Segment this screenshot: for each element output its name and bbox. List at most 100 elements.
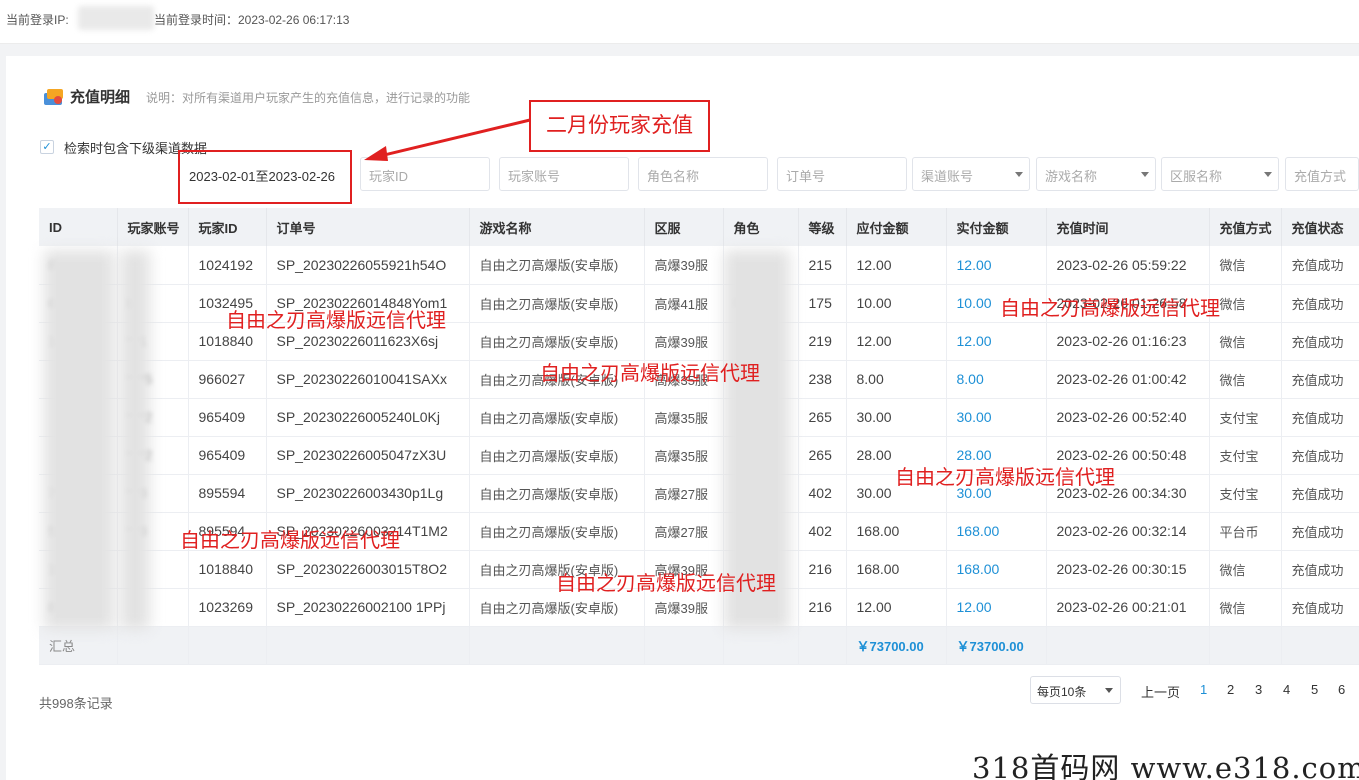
table-cell: 895594	[188, 474, 267, 513]
table-cell: 充值成功	[1281, 284, 1359, 323]
table-cell: 充值成功	[1281, 246, 1359, 285]
top-bar: 当前登录IP: 当前登录时间：2023-02-26 06:17:13	[0, 0, 1359, 44]
table-cell: 10.00	[846, 284, 947, 323]
col-header[interactable]: ID	[39, 208, 118, 246]
page-5-button[interactable]: 5	[1311, 682, 1318, 697]
col-header[interactable]: 区服	[644, 208, 724, 246]
recharge-table: ID 玩家账号 玩家ID 订单号 游戏名称 区服 角色 等级 应付金额 实付金额…	[39, 208, 1359, 665]
summary-cell	[266, 626, 470, 665]
page-1-button[interactable]: 1	[1200, 682, 1207, 697]
table-cell: 216	[798, 550, 847, 589]
col-header[interactable]: 角色	[723, 208, 799, 246]
order-no-input[interactable]: 订单号	[777, 157, 907, 191]
col-header[interactable]: 等级	[798, 208, 847, 246]
col-header[interactable]: 充值方式	[1209, 208, 1282, 246]
summary-cell	[1209, 626, 1282, 665]
table-cell: 2023-02-26 01:16:23	[1046, 322, 1210, 361]
col-header[interactable]: 玩家ID	[188, 208, 267, 246]
table-cell: 微信	[1209, 246, 1282, 285]
table-cell: 238	[798, 360, 847, 399]
table-row[interactable]: 7**3895594SP_20230226003430p1Lg自由之刃高爆版(安…	[39, 474, 1359, 513]
login-time-label: 当前登录时间：2023-02-26 06:17:13	[154, 13, 350, 27]
table-cell: 支付宝	[1209, 436, 1282, 475]
table-cell: 充值成功	[1281, 512, 1359, 551]
pay-method-select[interactable]: 充值方式	[1285, 157, 1359, 191]
table-cell: 充值成功	[1281, 474, 1359, 513]
table-cell: 自由之刃高爆版(安卓版)	[469, 436, 645, 475]
table-cell: 265	[798, 436, 847, 475]
table-cell: 168.00	[946, 512, 1047, 551]
col-header[interactable]: 充值时间	[1046, 208, 1210, 246]
col-header[interactable]: 游戏名称	[469, 208, 645, 246]
table-cell: 12.00	[846, 322, 947, 361]
annotation-callout: 二月份玩家充值	[529, 100, 710, 152]
page-3-button[interactable]: 3	[1255, 682, 1262, 697]
site-watermark: 318首码网 www.e318.com	[972, 751, 1359, 780]
summary-cell	[188, 626, 267, 665]
chevron-down-icon	[1264, 172, 1272, 177]
col-header[interactable]: 实付金额	[946, 208, 1047, 246]
table-cell: 12.00	[846, 588, 947, 627]
watermark-text: 自由之刃高爆版远信代理	[895, 467, 1115, 489]
prev-page-button[interactable]: 上一页	[1141, 682, 1180, 701]
table-cell: 965409	[188, 436, 267, 475]
summary-cell	[723, 626, 799, 665]
summary-cell	[1046, 626, 1210, 665]
table-cell: 自由之刃高爆版(安卓版)	[469, 322, 645, 361]
summary-cell	[469, 626, 645, 665]
table-cell: 高爆27服	[644, 474, 724, 513]
watermark-text: 自由之刃高爆版远信代理	[226, 310, 446, 332]
table-cell: 12.00	[946, 322, 1047, 361]
col-header[interactable]: 玩家账号	[117, 208, 189, 246]
table-cell: 12.00	[946, 246, 1047, 285]
watermark-text: 自由之刃高爆版远信代理	[556, 573, 776, 595]
table-cell: 支付宝	[1209, 398, 1282, 437]
table-row[interactable]: 81024192SP_20230226055921h54O自由之刃高爆版(安卓版…	[39, 246, 1359, 285]
table-row[interactable]: ***2965409SP_20230226005240L0Kj自由之刃高爆版(安…	[39, 398, 1359, 437]
login-ip-mask	[78, 6, 154, 30]
table-cell: 充值成功	[1281, 550, 1359, 589]
col-header[interactable]: 充值状态	[1281, 208, 1359, 246]
table-cell: 30.00	[946, 398, 1047, 437]
col-header[interactable]: 订单号	[266, 208, 470, 246]
chevron-down-icon	[1105, 688, 1113, 693]
table-row[interactable]: ***2965409SP_20230226005047zX3U自由之刃高爆版(安…	[39, 436, 1359, 475]
page-4-button[interactable]: 4	[1283, 682, 1290, 697]
table-cell: SP_20230226003430p1Lg	[266, 474, 470, 513]
table-cell: 8.00	[846, 360, 947, 399]
table-cell: 充值成功	[1281, 360, 1359, 399]
watermark-text: 自由之刃高爆版远信代理	[540, 363, 760, 385]
table-cell: 充值成功	[1281, 322, 1359, 361]
table-cell: 219	[798, 322, 847, 361]
table-cell: 8.00	[946, 360, 1047, 399]
table-cell: 平台币	[1209, 512, 1282, 551]
page-2-button[interactable]: 2	[1227, 682, 1234, 697]
table-cell: 1024192	[188, 246, 267, 285]
page-size-select[interactable]: 每页10条	[1030, 676, 1121, 704]
table-cell: 微信	[1209, 550, 1282, 589]
summary-cell	[644, 626, 724, 665]
channel-account-select[interactable]: 渠道账号	[912, 157, 1030, 191]
table-cell: 高爆27服	[644, 512, 724, 551]
table-cell: 充值成功	[1281, 588, 1359, 627]
page-6-button[interactable]: 6	[1338, 682, 1345, 697]
table-cell: 12.00	[946, 588, 1047, 627]
role-name-input[interactable]: 角色名称	[638, 157, 768, 191]
date-highlight-box	[178, 150, 352, 204]
server-name-select[interactable]: 区服名称	[1161, 157, 1279, 191]
table-header: ID 玩家账号 玩家ID 订单号 游戏名称 区服 角色 等级 应付金额 实付金额…	[39, 208, 1359, 246]
table-cell: 高爆39服	[644, 322, 724, 361]
privacy-mask-account	[120, 250, 150, 630]
table-cell: 966027	[188, 360, 267, 399]
include-subchannel-checkbox[interactable]: ✓	[40, 140, 54, 154]
game-name-select[interactable]: 游戏名称	[1036, 157, 1156, 191]
table-cell: SP_20230226002100 1PPj	[266, 588, 470, 627]
table-cell: SP_20230226005047zX3U	[266, 436, 470, 475]
table-cell: 微信	[1209, 360, 1282, 399]
summary-cell	[117, 626, 189, 665]
table-cell: 2023-02-26 00:30:15	[1046, 550, 1210, 589]
login-ip-label: 当前登录IP:	[6, 13, 69, 27]
col-header[interactable]: 应付金额	[846, 208, 947, 246]
summary-label: 汇总	[39, 626, 118, 665]
table-cell: 自由之刃高爆版(安卓版)	[469, 284, 645, 323]
